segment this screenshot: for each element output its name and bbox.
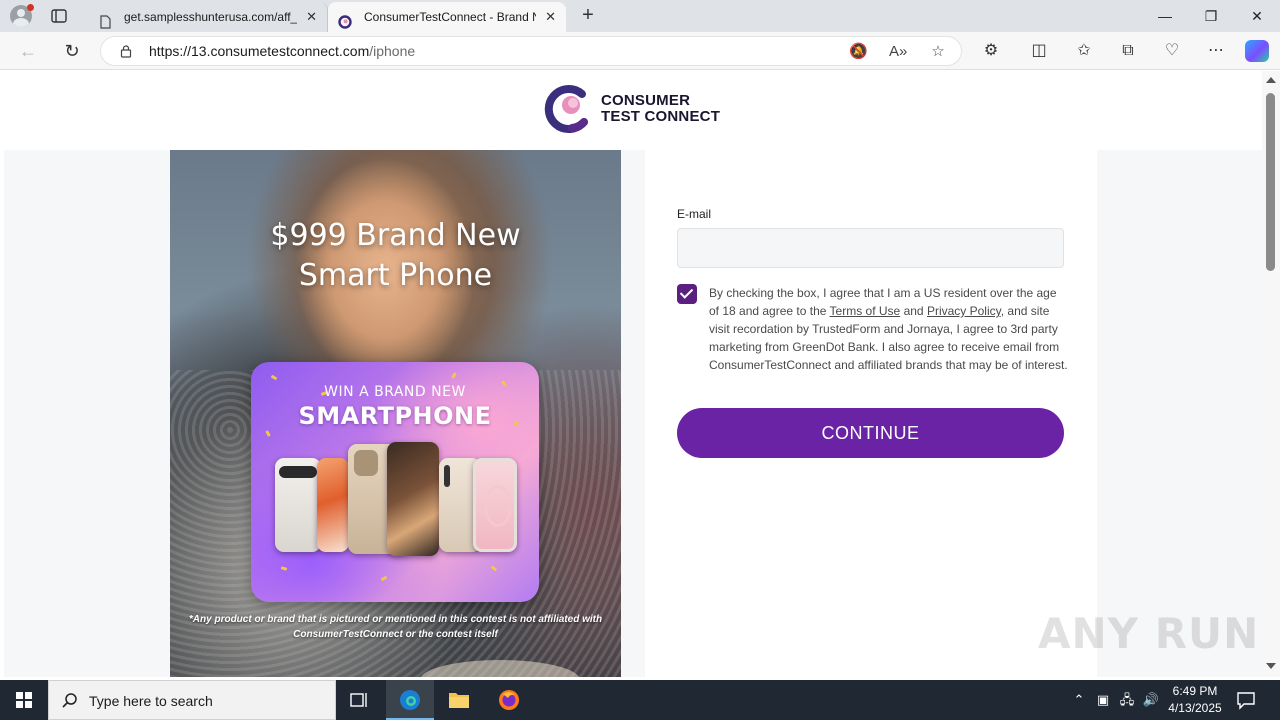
favorites-icon[interactable]: ✩ xyxy=(1074,41,1094,61)
extensions-icon[interactable]: ⚙ xyxy=(981,41,1001,61)
volume-icon[interactable]: 🔊 xyxy=(1142,691,1160,709)
scroll-thumb[interactable] xyxy=(1266,93,1275,271)
url-host: https://13.consumetestconnect.com xyxy=(149,43,370,59)
url-path: /iphone xyxy=(369,43,416,59)
promo-line1: WIN A BRAND NEW xyxy=(324,384,466,400)
address-toolbar: ← ↻ https://13.consumetestconnect.com/ip… xyxy=(0,32,1280,70)
tray-device-icon[interactable]: ▣ xyxy=(1094,691,1112,709)
network-icon[interactable]: 🖧 xyxy=(1118,691,1136,709)
collections-icon[interactable]: ⧉ xyxy=(1118,41,1138,61)
url-text[interactable]: https://13.consumetestconnect.com/iphone xyxy=(149,37,415,66)
confetti-icon xyxy=(270,374,278,381)
taskbar-clock[interactable]: 6:49 PM 4/13/2025 xyxy=(1160,683,1230,717)
restore-button[interactable]: ❐ xyxy=(1188,0,1234,32)
promo-card: WIN A BRAND NEW SMARTPHONE xyxy=(251,362,539,602)
logo-line1: CONSUMER xyxy=(601,92,691,109)
consent-checkbox[interactable] xyxy=(677,284,697,304)
refresh-icon[interactable]: ↻ xyxy=(61,40,83,62)
clock-date: 4/13/2025 xyxy=(1168,701,1222,715)
confetti-icon xyxy=(265,430,271,437)
firefox-taskbar-button[interactable] xyxy=(485,680,533,720)
hero-disclaimer: *Any product or brand that is pictured o… xyxy=(188,614,603,640)
taskbar-search[interactable]: Type here to search xyxy=(48,680,336,720)
anyrun-watermark: ANY RUN xyxy=(1038,609,1260,658)
split-screen-icon[interactable]: ◫ xyxy=(1029,41,1049,61)
close-window-button[interactable]: ✕ xyxy=(1234,0,1280,32)
page-icon xyxy=(98,10,112,29)
consent-and: and xyxy=(900,304,927,318)
tab-title: ConsumerTestConnect - Brand N xyxy=(364,10,536,24)
notification-center-icon[interactable] xyxy=(1236,690,1256,710)
tray-overflow-icon[interactable]: ⌃ xyxy=(1070,691,1088,709)
page-scrollbar[interactable] xyxy=(1262,71,1280,677)
tab-close-icon[interactable]: ✕ xyxy=(306,2,317,32)
minimize-button[interactable]: — xyxy=(1142,0,1188,32)
phone-pixel-image xyxy=(275,458,321,552)
tab-consumertestconnect[interactable]: ConsumerTestConnect - Brand N ✕ xyxy=(328,2,566,32)
consent-text: By checking the box, I agree that I am a… xyxy=(709,284,1069,374)
browser-essentials-icon[interactable]: ♡ xyxy=(1162,41,1182,61)
logo-line2: TEST CONNECT xyxy=(601,108,721,125)
email-field[interactable] xyxy=(677,228,1064,268)
edge-taskbar-button[interactable] xyxy=(386,680,434,720)
file-explorer-button[interactable] xyxy=(435,680,483,720)
hero-title: $999 Brand New Smart Phone xyxy=(170,216,621,296)
notification-dot-icon xyxy=(27,4,34,11)
lock-icon[interactable] xyxy=(119,44,133,58)
task-view-button[interactable] xyxy=(336,680,384,720)
tab-title: get.samplesshunterusa.com/aff_c xyxy=(124,10,297,24)
confetti-icon xyxy=(490,565,498,572)
tab-actions-icon[interactable] xyxy=(50,7,68,25)
clock-time: 6:49 PM xyxy=(1172,684,1218,698)
windows-taskbar: Type here to search ⌃ ▣ 🖧 🔊 6:49 PM 4/13… xyxy=(0,680,1280,720)
page-viewport: CONSUMER TEST CONNECT $999 Brand New Sma… xyxy=(4,71,1262,677)
hero-image-panel: $999 Brand New Smart Phone WIN A BRAND N… xyxy=(170,150,621,677)
windows-logo-icon xyxy=(16,692,32,708)
favorite-star-icon[interactable]: ☆ xyxy=(929,43,947,61)
scroll-up-icon[interactable] xyxy=(1266,77,1276,83)
logo-mark-icon xyxy=(544,85,588,133)
address-bar[interactable]: https://13.consumetestconnect.com/iphone… xyxy=(100,36,962,66)
hero-title-line2: Smart Phone xyxy=(298,258,493,293)
scroll-down-icon[interactable] xyxy=(1266,663,1276,669)
task-view-icon xyxy=(350,693,367,707)
folder-icon xyxy=(449,693,469,708)
tab-close-icon[interactable]: ✕ xyxy=(545,2,556,32)
privacy-policy-link[interactable]: Privacy Policy xyxy=(927,304,1001,318)
signup-form: E-mail By checking the box, I agree that… xyxy=(645,150,1097,677)
notifications-blocked-icon[interactable]: 🔕 xyxy=(849,43,868,61)
email-label: E-mail xyxy=(677,207,712,221)
search-icon xyxy=(61,692,79,710)
phone-iphone-front-image xyxy=(387,442,439,556)
confetti-icon xyxy=(280,566,288,571)
new-tab-button[interactable]: + xyxy=(576,4,600,28)
site-favicon-icon xyxy=(338,10,352,29)
read-aloud-icon[interactable]: A» xyxy=(889,43,907,61)
confetti-icon xyxy=(380,575,388,582)
start-button[interactable] xyxy=(0,680,48,720)
logo-text: CONSUMER TEST CONNECT xyxy=(601,93,720,125)
more-options-icon[interactable]: ⋯ xyxy=(1206,41,1226,61)
site-logo[interactable]: CONSUMER TEST CONNECT xyxy=(544,84,744,136)
edge-icon xyxy=(400,690,420,710)
confetti-icon xyxy=(451,372,457,379)
site-header: CONSUMER TEST CONNECT xyxy=(4,71,1262,150)
hero-title-line1: $999 Brand New xyxy=(270,218,521,253)
tab-bar: get.samplesshunterusa.com/aff_c ✕ Consum… xyxy=(0,0,1280,32)
firefox-icon xyxy=(499,690,519,710)
phone-orange-image xyxy=(317,458,349,552)
phone-pink-image xyxy=(473,458,517,552)
promo-line2: SMARTPHONE xyxy=(298,402,492,430)
continue-button[interactable]: CONTINUE xyxy=(677,408,1064,458)
tab-samplehunter[interactable]: get.samplesshunterusa.com/aff_c ✕ xyxy=(88,2,328,32)
back-arrow-icon[interactable]: ← xyxy=(17,40,39,62)
search-placeholder: Type here to search xyxy=(89,693,213,709)
copilot-icon[interactable] xyxy=(1245,40,1269,62)
terms-of-use-link[interactable]: Terms of Use xyxy=(830,304,901,318)
